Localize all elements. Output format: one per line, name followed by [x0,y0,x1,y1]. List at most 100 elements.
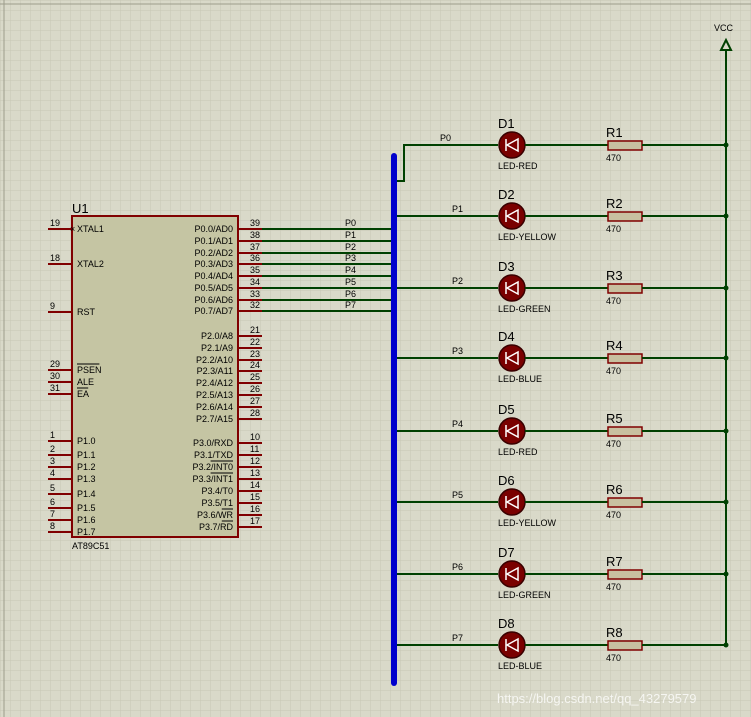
pin-name: P3.6/WR [197,510,234,520]
resistor-body-icon [607,426,643,437]
led-body [498,417,526,445]
pin-name: P1.4 [77,489,96,499]
junction-dot [723,285,729,291]
pin-name: P1.1 [77,450,96,460]
pin-name: P3.5/T1 [201,498,233,508]
led-body [498,560,526,588]
pin-number: 2 [50,444,55,454]
pin-name: P3.3/INT1 [192,474,233,484]
pin-name: P0.5/AD5 [194,283,233,293]
led-body [498,488,526,516]
resistor-value: 470 [606,296,621,306]
junction-dot [723,142,729,148]
junction-dot [723,213,729,219]
pin-name: RST [77,307,96,317]
led-type: LED-GREEN [498,304,551,314]
schematic-canvas: VCC U1 AT89C51 19XTAL1×18XTAL29RST29PSEN… [0,0,751,717]
pin-number: 17 [250,516,260,526]
net-label: P1 [452,204,463,214]
watermark: https://blog.csdn.net/qq_43279579 [497,691,697,706]
pin-number: 6 [50,497,55,507]
pin-name: EA [77,389,89,399]
bus-label-p5: P5 [345,277,356,287]
led-ref: D1 [498,116,515,131]
led-type: LED-RED [498,161,538,171]
resistor-ref: R5 [606,411,623,426]
bus-label-p6: P6 [345,289,356,299]
pin-number: 14 [250,480,260,490]
resistor-ref: R6 [606,482,623,497]
led-body [498,344,526,372]
resistor-value: 470 [606,224,621,234]
pin-name: P3.0/RXD [193,438,234,448]
resistor-value: 470 [606,510,621,520]
pin-name: P0.6/AD6 [194,295,233,305]
led-ref: D6 [498,473,515,488]
pin-number: 22 [250,337,260,347]
pin-number: 25 [250,372,260,382]
resistor-value: 470 [606,366,621,376]
junction-dot [723,571,729,577]
net-label: P7 [452,633,463,643]
pin-name: P1.6 [77,515,96,525]
pin-number: 32 [250,300,260,310]
net-label: P6 [452,562,463,572]
mcu-part: AT89C51 [72,541,109,551]
resistor-ref: R1 [606,125,623,140]
pin-name: P3.2/INT0 [192,462,233,472]
pin-number: 30 [50,371,60,381]
resistor-body-icon [607,497,643,508]
led-ref: D2 [498,187,515,202]
pin-number: 33 [250,289,260,299]
resistor-body-icon [607,569,643,580]
resistor-value: 470 [606,153,621,163]
resistor-value: 470 [606,582,621,592]
pin-name: P0.0/AD0 [194,224,233,234]
pin-name: PSEN [77,365,102,375]
resistor-ref: R2 [606,196,623,211]
pin-name: P0.4/AD4 [194,271,233,281]
pin-name: P0.2/AD2 [194,248,233,258]
led-ref: D3 [498,259,515,274]
bus-label-p1: P1 [345,230,356,240]
junction-dot [723,355,729,361]
pin-name: XTAL1 [77,224,104,234]
resistor-value: 470 [606,439,621,449]
pin-name: ALE [77,377,94,387]
resistor-ref: R3 [606,268,623,283]
pin-number: 24 [250,360,260,370]
led-type: LED-YELLOW [498,232,557,242]
pin-name: P0.7/AD7 [194,306,233,316]
resistor-body-icon [607,283,643,294]
pin-number: 31 [50,383,60,393]
led-body [498,202,526,230]
led-body [498,631,526,659]
pin-name: P2.7/A15 [196,414,233,424]
net-label: P2 [452,276,463,286]
pin-number: 28 [250,408,260,418]
led-ref: D5 [498,402,515,417]
pin-number: 5 [50,483,55,493]
resistor-body-icon [607,353,643,364]
led-type: LED-GREEN [498,590,551,600]
pin-name: P2.2/A10 [196,355,233,365]
bus-label-p3: P3 [345,253,356,263]
pin-number: 26 [250,384,260,394]
mcu-u1[interactable]: U1 AT89C51 19XTAL1×18XTAL29RST29PSEN30AL… [48,201,262,551]
pin-name: P0.1/AD1 [194,236,233,246]
junction-dot [723,642,729,648]
pin-name: P2.5/A13 [196,390,233,400]
pin-name: P1.3 [77,474,96,484]
pin-number: 9 [50,301,55,311]
resistor-body-icon [607,211,643,222]
pin-number: 34 [250,277,260,287]
pin-number: 36 [250,253,260,263]
pin-name: XTAL2 [77,259,104,269]
net-label: P4 [452,419,463,429]
vcc-label: VCC [714,23,734,33]
pin-number: 35 [250,265,260,275]
pin-name: P2.1/A9 [201,343,233,353]
pin-name: P1.2 [77,462,96,472]
pin-number: 10 [250,432,260,442]
junction-dot [723,428,729,434]
